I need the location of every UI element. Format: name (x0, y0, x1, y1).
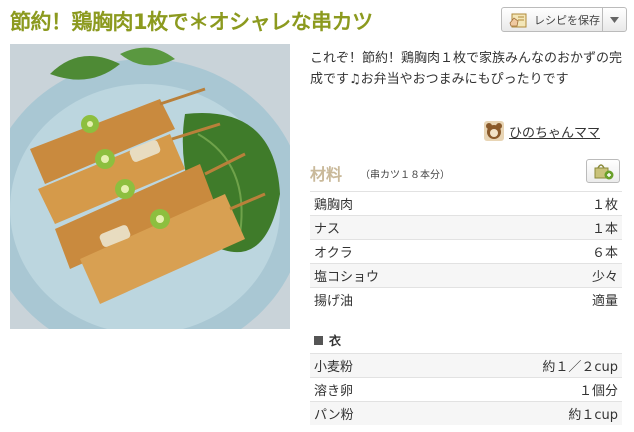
ingredient-name: ナス (314, 222, 341, 237)
ingredient-qty: ６本 (591, 246, 618, 261)
ingredient-name: 塩コショウ (314, 270, 380, 285)
ingredient-row: 溶き卵 １個分 (310, 377, 622, 401)
save-recipe-label: レシピを保存 (534, 13, 600, 27)
ingredient-qty: １本 (591, 222, 618, 237)
ingredient-row: 揚げ油 適量 (310, 287, 622, 311)
author-link[interactable]: ひのちゃんママ (484, 120, 600, 142)
save-recipe-icon (509, 13, 527, 27)
ingredients-header: 材料 （串カツ１８本分） (310, 159, 622, 187)
save-dropdown-button[interactable] (602, 7, 627, 32)
author-name: ひのちゃんママ (509, 125, 601, 141)
ingredient-row: 塩コショウ 少々 (310, 263, 622, 287)
ingredient-name: 小麦粉 (314, 360, 354, 375)
ingredient-qty: 少々 (591, 270, 618, 285)
ingredient-row: 鶏胸肉 １枚 (310, 191, 622, 215)
recipe-description: これぞ！節約！鶏胸肉１枚で家族みんなのおかずの完成です♫お弁当やおつまみにもぴっ… (310, 51, 623, 87)
ingredient-row: 小麦粉 約１／２cup (310, 353, 622, 377)
ingredient-row: ナス １本 (310, 215, 622, 239)
save-recipe-control: レシピを保存 (501, 7, 627, 34)
ingredients-list: 鶏胸肉 １枚 ナス １本 オクラ ６本 塩コショウ 少々 揚げ油 適量 (310, 191, 622, 311)
ingredient-row: オクラ ６本 (310, 239, 622, 263)
chevron-down-icon (610, 16, 619, 23)
recipe-photo[interactable] (10, 44, 290, 329)
group-bullet-icon (314, 335, 323, 345)
ingredient-qty: 約１cup (568, 408, 618, 423)
ingredient-group-name: 衣 (329, 333, 342, 348)
add-to-basket-button[interactable] (586, 159, 620, 183)
ingredients-heading: 材料 (310, 165, 343, 184)
ingredient-name: パン粉 (314, 408, 354, 423)
ingredient-name: 溶き卵 (314, 384, 354, 399)
ingredient-group-list: 小麦粉 約１／２cup 溶き卵 １個分 パン粉 約１cup (310, 353, 622, 425)
ingredient-qty: １個分 (578, 384, 618, 399)
ingredient-name: 鶏胸肉 (314, 198, 354, 213)
ingredient-qty: 約１／２cup (542, 360, 618, 375)
ingredients-servings: （串カツ１８本分） (360, 170, 450, 181)
ingredient-qty: １枚 (591, 198, 618, 213)
ingredient-group-header: 衣 (310, 330, 622, 350)
add-to-basket-icon (594, 164, 614, 180)
ingredient-qty: 適量 (591, 294, 618, 309)
recipe-title: 節約！鶏胸肉1枚で＊オシャレな串カツ (10, 10, 373, 34)
ingredient-name: 揚げ油 (314, 294, 354, 309)
ingredient-name: オクラ (314, 246, 353, 261)
author-avatar (484, 121, 504, 141)
save-recipe-button[interactable]: レシピを保存 (501, 7, 603, 32)
ingredient-row: パン粉 約１cup (310, 401, 622, 425)
